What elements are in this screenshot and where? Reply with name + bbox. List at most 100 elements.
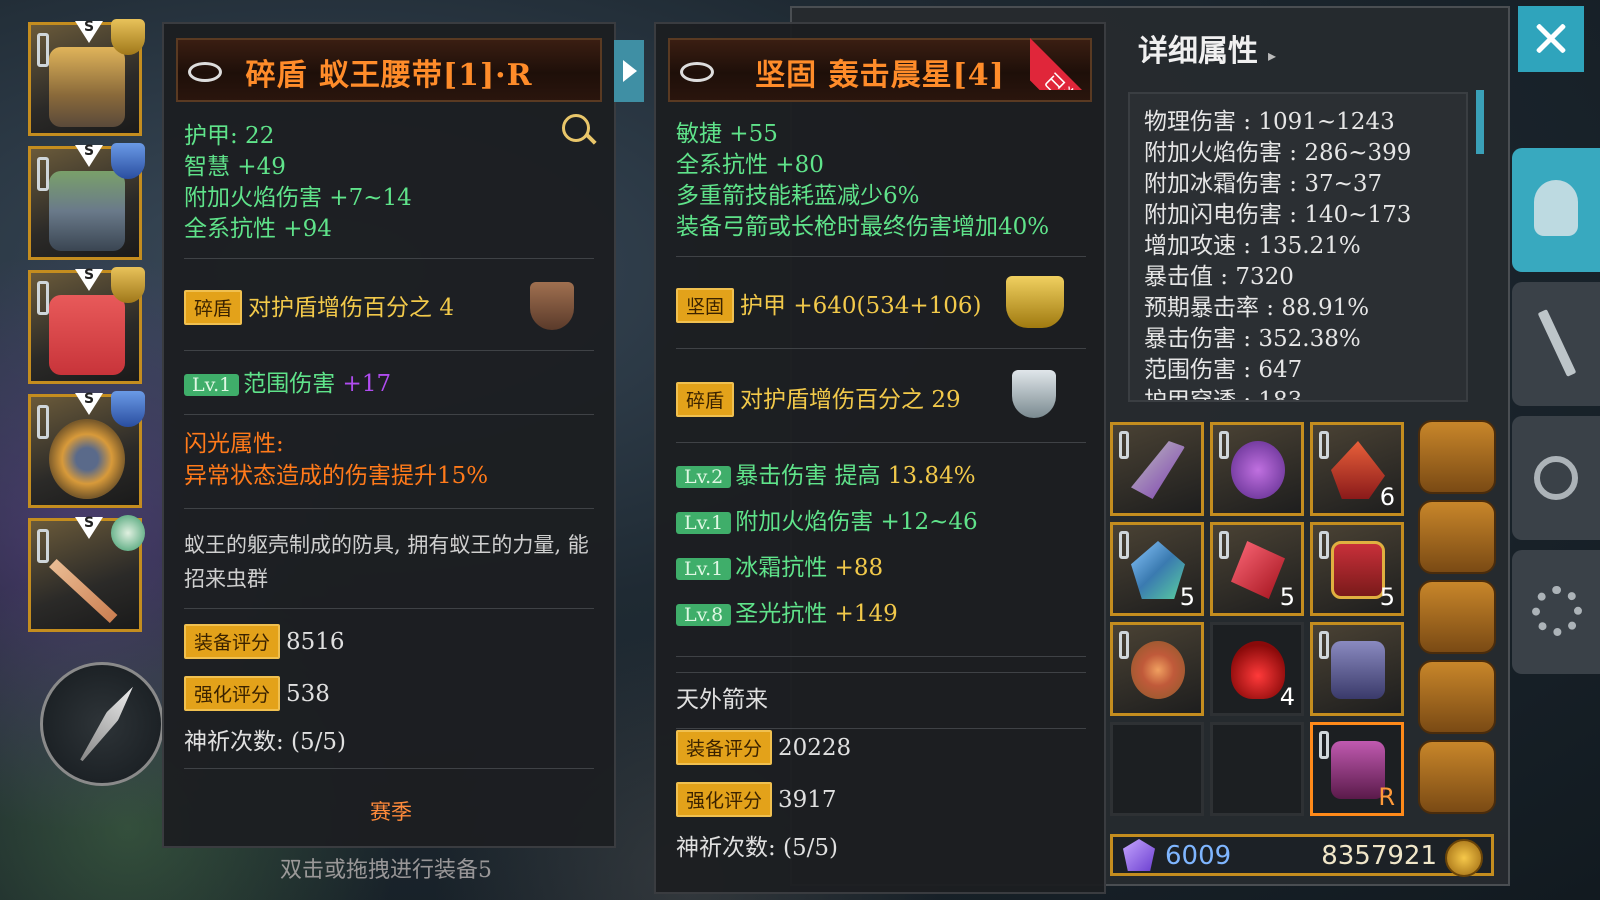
tab-weapons[interactable] [1512,282,1600,406]
gold-shield-icon [111,267,145,303]
gold-coin-icon [1445,839,1483,877]
currency-bar: 6009 8357921 [1110,834,1494,877]
item-tooltip-equipped: 坚固 轰击晨星[4] 敏捷 +55 全系抗性 +80 多重箭技能耗蓝减少6% 装… [654,22,1106,894]
attribute-scrollbar[interactable] [1476,90,1484,154]
lock-icon [37,33,49,67]
inventory-slot[interactable] [1110,622,1204,716]
inventory-slot[interactable]: R [1310,722,1404,816]
bow-icon [49,559,118,623]
affix-tag: 碎盾 [184,290,243,325]
lock-icon [1119,431,1129,459]
helmet-icon [49,47,125,127]
divider [184,768,594,769]
inventory-slot-empty[interactable] [1210,722,1304,816]
item-title-bar: 碎盾 蚁王腰带[1]·R [176,38,602,102]
chest-icon[interactable] [1418,420,1496,494]
inventory-slot[interactable]: 4 [1210,622,1304,716]
inventory-slot[interactable] [1210,422,1304,516]
attribute-line: 附加闪电伤害 : 140~173 [1144,202,1412,228]
armor-icon [1331,641,1385,699]
tab-settings[interactable] [1512,550,1600,674]
divider [184,258,594,259]
season-label: 赛季 [370,800,412,824]
dropdown-arrow-icon[interactable]: ▸ [1268,46,1276,65]
lock-icon [37,157,49,191]
tab-target[interactable] [1512,416,1600,540]
lv-row: Lv.1 附加火焰伤害 +12~46 [676,502,978,536]
s-rank-badge: S [75,267,103,291]
gem-amount: 6009 [1165,841,1232,871]
blue-shield-icon [111,143,145,179]
enhance-value: 3917 [778,787,837,813]
item-tooltip-left: 碎盾 蚁王腰带[1]·R 护甲: 22 智慧 +49 附加火焰伤害 +7~14 … [162,22,616,848]
inventory-slot[interactable]: 6 [1310,422,1404,516]
divider [184,350,594,351]
enhance-tag: 强化评分 [676,782,773,817]
equipment-slots: S S S S S [28,19,146,642]
inventory-slot[interactable]: 5 [1310,522,1404,616]
stat-line: 装备弓箭或长枪时最终伤害增加40% [676,214,1050,240]
attribute-list[interactable]: 物理伤害 : 1091~1243 附加火焰伤害 : 286~399 附加冰霜伤害 :… [1128,92,1468,402]
helmet-icon [1534,180,1578,236]
chest-icon[interactable] [1418,660,1496,734]
lock-icon [37,405,49,439]
sword-icon [1537,309,1577,377]
lock-icon [1219,431,1229,459]
chest-icon[interactable] [1418,500,1496,574]
gem-icon [1123,839,1155,871]
lv-name: 暴击伤害 提高 [735,463,881,489]
attribute-line: 增加攻速 : 135.21% [1144,233,1361,259]
magnifier-icon[interactable] [562,114,590,142]
item-count: 5 [1179,583,1195,611]
affix-row: 坚固 护甲 +640(534+106) [676,286,982,323]
attribute-line: 范围伤害 : 647 [1144,357,1303,383]
flash-text: 异常状态造成的伤害提升15% [184,463,489,489]
equip-slot-ring[interactable]: S [28,391,145,508]
lv-row: Lv.8 圣光抗性 +149 [676,594,898,628]
score-value: 20228 [778,735,852,761]
level-tag: Lv.1 [676,558,732,580]
lock-icon [1319,731,1329,759]
score-tag: 装备评分 [184,624,281,659]
equip-slot-cloak[interactable]: S [28,267,145,384]
affix-text: 护甲 +640(534+106) [740,293,982,319]
divider [184,414,594,415]
spear-icon [76,683,139,765]
attribute-line: 暴击伤害 : 352.38% [1144,326,1361,352]
inventory-slot[interactable] [1310,622,1404,716]
divider [676,656,1086,657]
equip-slot-armor[interactable]: S [28,143,145,260]
blue-shield-icon [111,391,145,427]
s-rank-badge: S [75,19,103,43]
red-potion-icon [1231,641,1285,699]
tab-equipment[interactable] [1512,148,1600,272]
inventory-slot[interactable]: 5 [1110,522,1204,616]
details-title: 详细属性 ▸ [1138,34,1277,69]
level-tag: Lv.2 [676,466,732,488]
divider [184,608,594,609]
divider [676,348,1086,349]
inventory-slot[interactable] [1110,422,1204,516]
s-rank-badge: S [75,515,103,539]
item-count: 4 [1279,683,1295,711]
skill-button[interactable] [40,662,164,786]
equip-slot-bow[interactable]: S [28,515,145,632]
close-button[interactable] [1518,6,1584,72]
lock-icon [1319,431,1329,459]
chest-icon[interactable] [1418,740,1496,814]
lock-icon [1319,631,1329,659]
lock-icon [1119,531,1129,559]
chest-icon[interactable] [1418,580,1496,654]
inventory-slot-empty[interactable] [1110,722,1204,816]
bronze-shield-icon [530,282,574,330]
level-tag: Lv.1 [676,512,732,534]
equip-slot-helmet[interactable]: S [28,19,145,136]
equip-hint: 双击或拖拽进行装备5 [280,858,493,883]
silver-shield-icon [1012,370,1056,418]
compare-arrow-button[interactable] [614,40,644,102]
enhance-row: 强化评分 538 [184,676,330,711]
dagger-icon [1131,441,1185,499]
divider [676,728,1086,729]
lv-value: +17 [342,371,392,397]
inventory-slot[interactable]: 5 [1210,522,1304,616]
